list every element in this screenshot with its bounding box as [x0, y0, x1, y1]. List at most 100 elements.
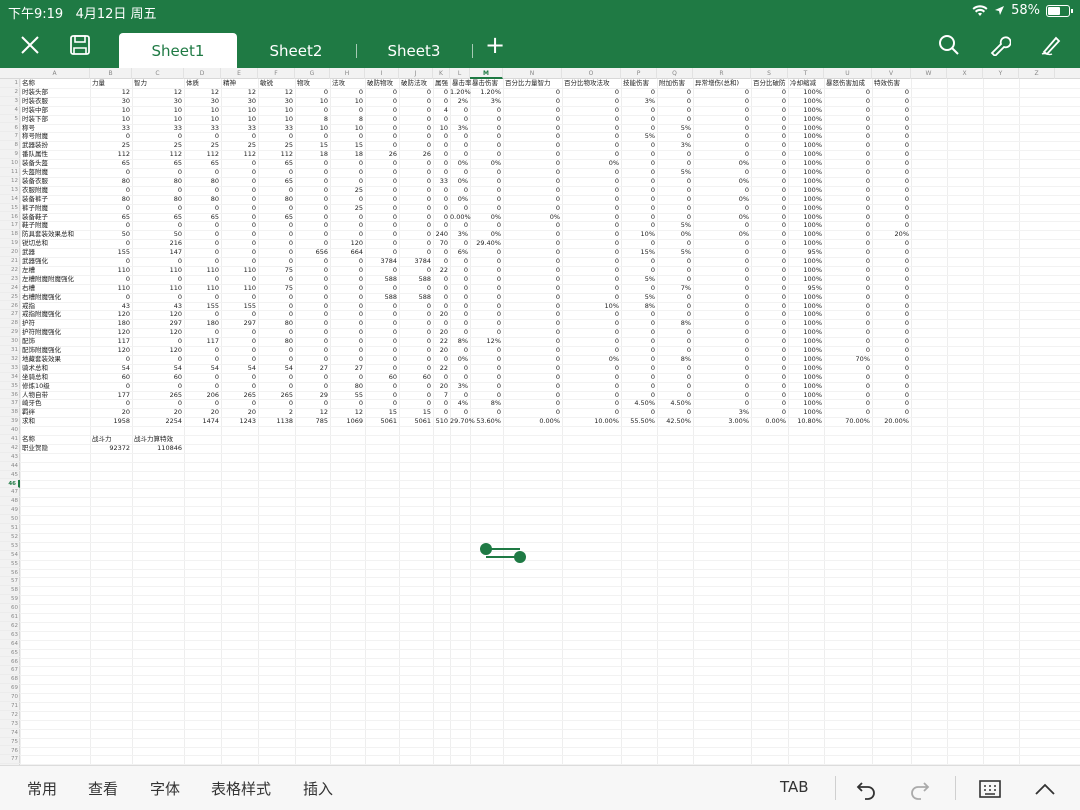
table-cell[interactable]: 0	[824, 382, 872, 391]
table-cell[interactable]: 4.50%	[621, 399, 657, 408]
table-cell[interactable]: 0	[751, 204, 788, 213]
row-header[interactable]: 47	[0, 488, 20, 498]
table-cell[interactable]: 0	[693, 310, 751, 319]
table-cell[interactable]: 0	[258, 275, 295, 284]
table-cell[interactable]: 0	[90, 221, 132, 230]
table-cell[interactable]: 120	[330, 239, 365, 248]
table-cell[interactable]: 0	[470, 141, 503, 150]
table-cell[interactable]: 0	[450, 284, 470, 293]
column-header[interactable]: S	[751, 68, 788, 79]
row-header[interactable]: 16	[0, 213, 20, 222]
table-cell[interactable]: 65	[184, 213, 221, 222]
table-cell[interactable]: 110	[132, 284, 184, 293]
table-cell[interactable]: 0%	[450, 159, 470, 168]
table-cell[interactable]: 装备裤子	[20, 195, 90, 204]
table-cell[interactable]: 0	[450, 391, 470, 400]
table-cell[interactable]: 0	[470, 115, 503, 124]
table-cell[interactable]: 0	[365, 221, 399, 230]
table-cell[interactable]: 0	[470, 186, 503, 195]
table-cell[interactable]: 3%	[450, 382, 470, 391]
column-header[interactable]: G	[295, 68, 330, 79]
table-cell[interactable]: 0	[693, 328, 751, 337]
row-header[interactable]: 70	[0, 693, 20, 702]
table-cell[interactable]: 0	[399, 239, 433, 248]
table-cell[interactable]: 0	[258, 239, 295, 248]
table-cell[interactable]: 0	[693, 168, 751, 177]
table-cell[interactable]: 120	[132, 328, 184, 337]
table-cell[interactable]: 体质	[184, 79, 221, 88]
table-cell[interactable]: 12	[184, 88, 221, 97]
table-cell[interactable]: 0	[657, 213, 693, 222]
table-cell[interactable]: 0	[295, 195, 330, 204]
table-cell[interactable]: 0	[657, 337, 693, 346]
table-cell[interactable]: 0	[751, 141, 788, 150]
table-cell[interactable]: 0	[824, 115, 872, 124]
table-cell[interactable]: 7	[433, 391, 450, 400]
table-cell[interactable]: 25	[132, 141, 184, 150]
table-cell[interactable]: 112	[184, 150, 221, 159]
row-header[interactable]: 24	[0, 284, 20, 293]
table-cell[interactable]: 0	[258, 355, 295, 364]
row-header[interactable]: 71	[0, 702, 20, 711]
table-cell[interactable]: 0	[872, 275, 911, 284]
table-cell[interactable]: 0	[470, 221, 503, 230]
table-cell[interactable]: 0	[132, 399, 184, 408]
table-cell[interactable]: 20	[433, 382, 450, 391]
table-cell[interactable]: 锐切总和	[20, 239, 90, 248]
table-cell[interactable]: 3%	[470, 97, 503, 106]
table-cell[interactable]: 25	[330, 186, 365, 195]
table-cell[interactable]: 297	[221, 319, 258, 328]
table-cell[interactable]: 0	[470, 275, 503, 284]
column-header[interactable]: B	[90, 68, 132, 79]
table-cell[interactable]: 0%	[693, 213, 751, 222]
table-cell[interactable]: 0	[657, 408, 693, 417]
table-cell[interactable]: 0	[295, 373, 330, 382]
table-cell[interactable]: 80	[184, 195, 221, 204]
table-cell[interactable]: 0	[365, 115, 399, 124]
table-cell[interactable]: 裤子附魔	[20, 204, 90, 213]
table-cell[interactable]: 0	[221, 177, 258, 186]
table-cell[interactable]: 0	[330, 302, 365, 311]
row-header[interactable]: 72	[0, 711, 20, 720]
close-button[interactable]	[15, 30, 45, 60]
table-cell[interactable]: 0	[365, 399, 399, 408]
table-cell[interactable]: 0	[433, 275, 450, 284]
table-cell[interactable]: 0	[221, 204, 258, 213]
table-cell[interactable]: 510	[433, 417, 450, 426]
table-cell[interactable]: 0	[221, 213, 258, 222]
table-cell[interactable]: 65	[258, 213, 295, 222]
table-cell[interactable]: 65	[258, 177, 295, 186]
table-cell[interactable]: 0	[470, 177, 503, 186]
table-cell[interactable]: 0	[503, 399, 562, 408]
table-cell[interactable]: 26	[399, 150, 433, 159]
table-cell[interactable]: 0	[562, 115, 621, 124]
table-cell[interactable]: 0	[824, 399, 872, 408]
table-cell[interactable]: 110846	[132, 444, 184, 453]
table-cell[interactable]: 0	[90, 257, 132, 266]
table-cell[interactable]: 0	[751, 382, 788, 391]
table-cell[interactable]: 0	[562, 213, 621, 222]
table-cell[interactable]: 0	[621, 195, 657, 204]
table-cell[interactable]: 0	[132, 293, 184, 302]
table-cell[interactable]: 1.20%	[450, 88, 471, 97]
table-cell[interactable]: 0	[132, 337, 184, 346]
table-cell[interactable]: 0	[221, 186, 258, 195]
tools-button[interactable]	[985, 30, 1015, 60]
table-cell[interactable]: 100%	[788, 275, 824, 284]
table-cell[interactable]: 0	[295, 355, 330, 364]
table-cell[interactable]: 0	[657, 186, 693, 195]
table-cell[interactable]: 物攻	[295, 79, 330, 88]
table-cell[interactable]: 10	[184, 106, 221, 115]
row-header[interactable]: 67	[0, 666, 20, 676]
table-cell[interactable]: 0	[872, 364, 911, 373]
row-header[interactable]: 66	[0, 658, 20, 667]
table-cell[interactable]: 0	[503, 115, 562, 124]
table-cell[interactable]: 3%	[450, 230, 470, 239]
table-cell[interactable]: 65	[132, 213, 184, 222]
row-header[interactable]: 25	[0, 293, 20, 302]
table-cell[interactable]: 0	[433, 97, 450, 106]
table-cell[interactable]: 0	[751, 186, 788, 195]
table-cell[interactable]: 0	[399, 97, 433, 106]
table-cell[interactable]: 0	[503, 310, 562, 319]
table-cell[interactable]: 0	[258, 302, 295, 311]
